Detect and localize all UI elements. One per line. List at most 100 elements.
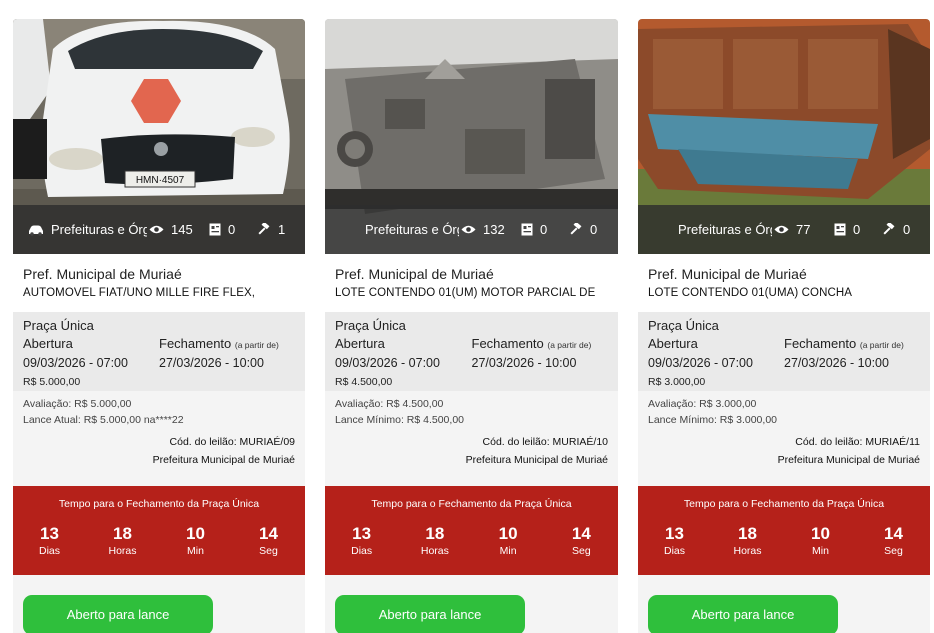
- open-for-bid-button[interactable]: Aberto para lance: [23, 595, 213, 633]
- offers-stat: 0: [209, 222, 257, 237]
- lot-organization[interactable]: Pref. Municipal de Muriaé: [335, 266, 608, 282]
- minutes-label: Min: [187, 545, 204, 557]
- fechamento-label: Fechamento: [784, 336, 857, 351]
- views-stat: 145: [149, 222, 209, 237]
- avaliacao-value: Avaliação: R$ 3.000,00: [648, 398, 757, 410]
- views-count: 132: [483, 222, 505, 237]
- timer-hours: 18 Horas: [398, 524, 471, 557]
- category-label: Prefeituras e Órgãos: [51, 222, 147, 237]
- hours-label: Horas: [108, 545, 137, 557]
- lot-evaluation: Avaliação: R$ 4.500,00 Lance Mínimo: R$ …: [325, 391, 618, 486]
- days-label: Dias: [351, 545, 373, 557]
- bids-count: 0: [590, 222, 598, 237]
- timer-title: Tempo para o Fechamento da Praça Única: [683, 498, 885, 510]
- auction-code: Cód. do leilão: MURIAÉ/10: [482, 436, 608, 448]
- lot-card-muriae-10[interactable]: Prefeituras e Órgãos 132 0 0 Pref. Munic…: [325, 19, 618, 633]
- document-icon: [834, 223, 846, 236]
- minutes-label: Min: [812, 545, 829, 557]
- abertura-label: Abertura: [335, 336, 385, 351]
- lot-price: R$ 3.000,00: [648, 376, 706, 388]
- consignor-name: Prefeitura Municipal de Muriaé: [465, 454, 608, 466]
- lot-photo-bucket[interactable]: Prefeituras e Órgãos 77 0 0: [638, 19, 930, 254]
- lot-photo-engine[interactable]: Prefeituras e Órgãos 132 0 0: [325, 19, 618, 254]
- lot-info[interactable]: Pref. Municipal de Muriaé LOTE CONTENDO …: [638, 254, 930, 312]
- lot-photo-car[interactable]: HMN·4507 Prefeituras e Órgãos 145 0 1: [13, 19, 305, 254]
- abertura-date: 09/03/2026 - 07:00: [335, 356, 440, 370]
- views-count: 77: [796, 222, 811, 237]
- timer-seconds: 14 Seg: [545, 524, 618, 557]
- category-stat[interactable]: Prefeituras e Órgãos: [652, 222, 772, 237]
- days-value: 13: [352, 524, 372, 543]
- consignor-name: Prefeitura Municipal de Muriaé: [777, 454, 920, 466]
- lot-dates: Praça Única Abertura 09/03/2026 - 07:00 …: [13, 312, 305, 391]
- lot-info[interactable]: Pref. Municipal de Muriaé AUTOMOVEL FIAT…: [13, 254, 305, 312]
- fechamento-note: (a partir de): [859, 340, 904, 350]
- minutes-value: 10: [186, 524, 205, 543]
- document-icon: [521, 223, 533, 236]
- lot-organization[interactable]: Pref. Municipal de Muriaé: [648, 266, 920, 282]
- category-stat[interactable]: Prefeituras e Órgãos: [27, 222, 147, 237]
- countdown-timer: Tempo para o Fechamento da Praça Única 1…: [13, 486, 305, 575]
- eye-icon: [461, 225, 476, 234]
- days-value: 13: [40, 524, 59, 543]
- lance-value: Lance Mínimo: R$ 4.500,00: [335, 414, 464, 426]
- category-stat[interactable]: Prefeituras e Órgãos: [339, 222, 459, 237]
- lot-description[interactable]: AUTOMOVEL FIAT/UNO MILLE FIRE FLEX,: [23, 287, 295, 299]
- hours-value: 18: [738, 524, 757, 543]
- days-label: Dias: [663, 545, 685, 557]
- timer-seconds: 14 Seg: [857, 524, 930, 557]
- svg-text:HMN·4507: HMN·4507: [136, 175, 185, 186]
- hours-label: Horas: [733, 545, 762, 557]
- fechamento-label: Fechamento: [159, 336, 232, 351]
- car-icon: [29, 225, 43, 236]
- hours-label: Horas: [420, 545, 449, 557]
- lot-description[interactable]: LOTE CONTENDO 01(UM) MOTOR PARCIAL DE: [335, 287, 608, 299]
- hours-value: 18: [425, 524, 445, 543]
- lot-organization[interactable]: Pref. Municipal de Muriaé: [23, 266, 295, 282]
- lance-value: Lance Mínimo: R$ 3.000,00: [648, 414, 777, 426]
- minutes-value: 10: [498, 524, 518, 543]
- timer-hours: 18 Horas: [711, 524, 784, 557]
- offers-count: 0: [228, 222, 236, 237]
- timer-minutes: 10 Min: [472, 524, 545, 557]
- lot-stats-bar: Prefeituras e Órgãos 77 0 0: [638, 205, 930, 254]
- lot-evaluation: Avaliação: R$ 3.000,00 Lance Mínimo: R$ …: [638, 391, 930, 486]
- eye-icon: [149, 225, 164, 234]
- timer-days: 13 Dias: [13, 524, 86, 557]
- views-count: 145: [171, 222, 193, 237]
- category-label: Prefeituras e Órgãos: [365, 222, 459, 237]
- consignor-name: Prefeitura Municipal de Muriaé: [152, 454, 295, 466]
- lance-value: Lance Atual: R$ 5.000,00 na****22: [23, 414, 184, 426]
- timer-days: 13 Dias: [638, 524, 711, 557]
- fechamento-date: 27/03/2026 - 10:00: [784, 356, 889, 370]
- seconds-label: Seg: [572, 545, 591, 557]
- lot-card-muriae-09[interactable]: HMN·4507 Prefeituras e Órgãos 145 0 1 Pr…: [13, 19, 305, 633]
- fechamento-note: (a partir de): [547, 340, 592, 350]
- avaliacao-value: Avaliação: R$ 5.000,00: [23, 398, 132, 410]
- lot-description[interactable]: LOTE CONTENDO 01(UMA) CONCHA: [648, 287, 920, 299]
- days-label: Dias: [38, 545, 60, 557]
- praca-label: Praça Única: [648, 318, 719, 333]
- views-stat: 132: [461, 222, 521, 237]
- timer-title: Tempo para o Fechamento da Praça Única: [371, 498, 572, 510]
- auction-code: Cód. do leilão: MURIAÉ/09: [169, 436, 295, 448]
- lot-price: R$ 4.500,00: [335, 376, 393, 388]
- timer-title: Tempo para o Fechamento da Praça Única: [58, 498, 260, 510]
- fechamento-note: (a partir de): [234, 340, 279, 350]
- lot-evaluation: Avaliação: R$ 5.000,00 Lance Atual: R$ 5…: [13, 391, 305, 486]
- lot-card-muriae-11[interactable]: Prefeituras e Órgãos 77 0 0 Pref. Munici…: [638, 19, 930, 633]
- hours-value: 18: [113, 524, 132, 543]
- days-value: 13: [665, 524, 684, 543]
- document-icon: [209, 223, 221, 236]
- open-for-bid-button[interactable]: Aberto para lance: [648, 595, 838, 633]
- auction-code: Cód. do leilão: MURIAÉ/11: [795, 436, 920, 448]
- minutes-value: 10: [811, 524, 830, 543]
- bids-count: 1: [278, 222, 286, 237]
- lot-stats-bar: Prefeituras e Órgãos 145 0 1: [13, 205, 305, 254]
- open-for-bid-button[interactable]: Aberto para lance: [335, 595, 525, 633]
- bids-stat: 0: [569, 222, 609, 237]
- offers-count: 0: [540, 222, 548, 237]
- seconds-value: 14: [571, 524, 591, 543]
- lot-info[interactable]: Pref. Municipal de Muriaé LOTE CONTENDO …: [325, 254, 618, 312]
- seconds-label: Seg: [259, 545, 278, 557]
